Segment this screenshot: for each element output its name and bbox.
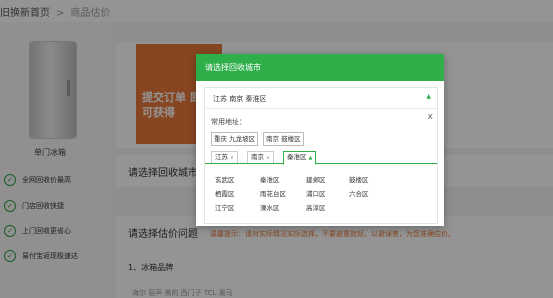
district-option[interactable]: 鼓楼区 (349, 174, 369, 184)
district-option[interactable]: 高淳区 (306, 202, 326, 212)
district-option[interactable]: 雨花台区 (260, 188, 286, 198)
district-option[interactable]: 玄武区 (215, 174, 235, 184)
triangle-up-icon: ▲ (308, 155, 313, 161)
tabs-underline (205, 163, 437, 164)
chevron-down-icon: ∨ (230, 155, 234, 161)
district-option[interactable]: 浦口区 (306, 188, 326, 198)
district-option[interactable]: 栖霞区 (215, 188, 235, 198)
tab-city[interactable]: 南京 ∨ (247, 151, 274, 163)
city-picker-modal: 请选择回收城市 江苏 南京 秦淮区 ▲ x 常用地址： 重庆 九龙坡区 南京 鼓… (196, 54, 444, 226)
common-address-label: 常用地址： (211, 118, 246, 126)
district-option[interactable]: 建邺区 (306, 174, 326, 184)
district-option[interactable]: 秦淮区 (260, 174, 280, 184)
common-address-tag[interactable]: 南京 鼓楼区 (263, 132, 304, 146)
triangle-up-icon[interactable]: ▲ (426, 93, 431, 100)
district-option[interactable]: 六合区 (349, 188, 369, 198)
modal-header: 请选择回收城市 (196, 54, 444, 81)
district-option[interactable]: 江宁区 (215, 202, 235, 212)
chevron-down-icon: ∨ (266, 155, 270, 161)
tab-district[interactable]: 秦淮区 ▲ (283, 151, 317, 165)
tab-label: 南京 (251, 153, 264, 161)
city-select-bar[interactable]: 江苏 南京 秦淮区 ▲ (205, 88, 437, 109)
tab-label: 秦淮区 (287, 153, 307, 161)
tab-label: 江苏 (215, 153, 228, 161)
city-picker: 江苏 南京 秦淮区 ▲ x 常用地址： 重庆 九龙坡区 南京 鼓楼区 江苏 ∨ 南… (204, 87, 438, 224)
selected-city-value: 江苏 南京 秦淮区 (213, 95, 267, 103)
modal-title: 请选择回收城市 (205, 63, 261, 72)
tab-province[interactable]: 江苏 ∨ (211, 151, 238, 163)
common-address-tag[interactable]: 重庆 九龙坡区 (211, 132, 259, 146)
district-option[interactable]: 溧水区 (260, 202, 280, 212)
close-icon[interactable]: x (428, 112, 433, 122)
